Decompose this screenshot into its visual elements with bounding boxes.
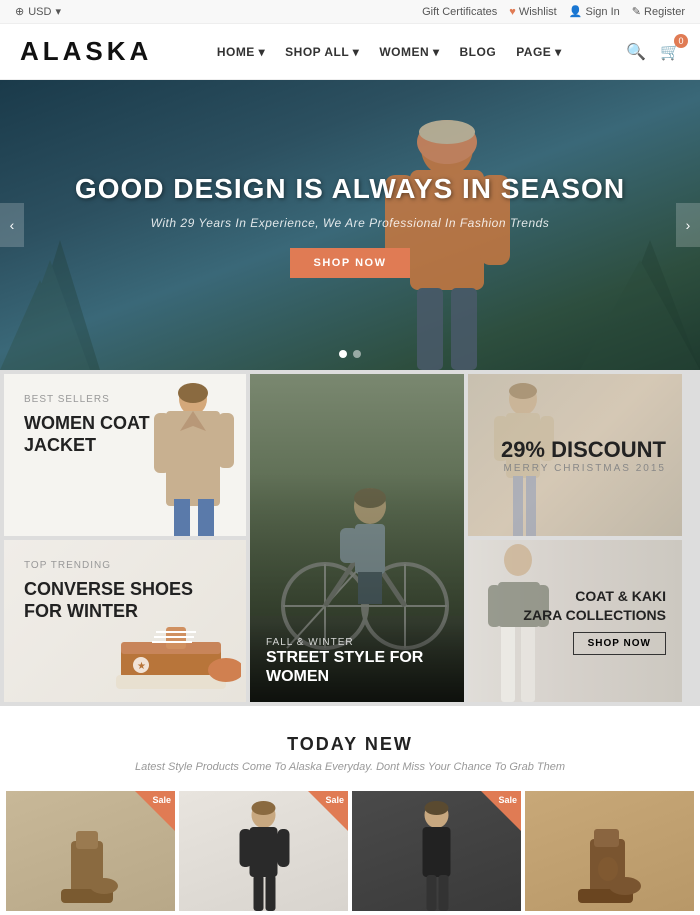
hero-next-button[interactable]: ›: [676, 203, 700, 247]
header-icons: 🔍 🛒 0: [626, 42, 680, 62]
grid-cell-coat[interactable]: BEST SELLERS WOMEN COAT & JACKET: [4, 374, 246, 536]
products-row: Sale Sale Sale: [0, 791, 700, 915]
hero-cta-button[interactable]: SHOP NOW: [290, 248, 411, 278]
today-new-title: TODAY NEW: [20, 734, 680, 755]
search-icon[interactable]: 🔍: [626, 42, 646, 62]
product-4-image: [570, 821, 650, 911]
discount-text: 29% DISCOUNT MERRY CHRISTMAS 2015: [501, 437, 666, 474]
today-new-section: TODAY NEW Latest Style Products Come To …: [0, 706, 700, 791]
product-card-2[interactable]: Sale: [179, 791, 348, 911]
globe-icon: ⊕: [15, 5, 24, 18]
currency-selector[interactable]: ⊕ USD ▾: [15, 5, 61, 18]
shoes-label: TOP TRENDING: [24, 560, 226, 571]
top-bar-links: Gift Certificates ♥ Wishlist 👤 Sign In ✎…: [422, 5, 685, 18]
grid-cell-shoes[interactable]: TOP TRENDING CONVERSE SHOES FOR WINTER ★: [4, 540, 246, 702]
hero-subtitle: With 29 Years In Experience, We Are Prof…: [75, 216, 625, 230]
hero-dot-1[interactable]: [339, 350, 347, 358]
header: ALASKA HOME ▾ SHOP ALL ▾ WOMEN ▾ BLOG PA…: [0, 24, 700, 80]
product-card-4[interactable]: [525, 791, 694, 911]
product-2-image: [231, 801, 296, 911]
sale-badge-1: Sale: [152, 795, 171, 805]
chevron-down-icon: ▾: [55, 5, 61, 18]
pencil-icon: ✎: [632, 6, 641, 18]
hero-content: GOOD DESIGN IS ALWAYS IN SEASON With 29 …: [75, 172, 625, 278]
cart-wrapper[interactable]: 🛒 0: [660, 42, 680, 62]
top-bar: ⊕ USD ▾ Gift Certificates ♥ Wishlist 👤 S…: [0, 0, 700, 24]
coat-person-image: [136, 381, 246, 536]
discount-label: MERRY CHRISTMAS 2015: [501, 463, 666, 474]
currency-label: USD: [28, 6, 51, 18]
center-title: STREET STYLE FOR WOMEN: [266, 648, 448, 686]
shoes-title: CONVERSE SHOES FOR WINTER: [24, 579, 226, 622]
svg-text:★: ★: [137, 661, 146, 672]
hero-banner: GOOD DESIGN IS ALWAYS IN SEASON With 29 …: [0, 80, 700, 370]
site-logo[interactable]: ALASKA: [20, 36, 152, 67]
zara-title: COAT & KAKI ZARA COLLECTIONS: [523, 587, 666, 623]
grid-cell-zara[interactable]: COAT & KAKI ZARA COLLECTIONS SHOP NOW: [468, 540, 682, 702]
center-sub: FALL & WINTER: [266, 637, 448, 648]
gift-link[interactable]: Gift Certificates: [422, 6, 497, 18]
product-card-1[interactable]: Sale: [6, 791, 175, 911]
wishlist-link[interactable]: ♥ Wishlist: [509, 6, 556, 18]
sale-badge-3: Sale: [498, 795, 517, 805]
nav-shop-all[interactable]: SHOP ALL ▾: [285, 45, 359, 59]
zara-text: COAT & KAKI ZARA COLLECTIONS SHOP NOW: [523, 587, 666, 654]
discount-percent: 29% DISCOUNT: [501, 437, 666, 463]
hero-title: GOOD DESIGN IS ALWAYS IN SEASON: [75, 172, 625, 206]
product-grid: BEST SELLERS WOMEN COAT & JACKET: [0, 370, 700, 706]
product-1-image: [56, 821, 126, 911]
cart-badge: 0: [674, 34, 688, 48]
signin-link[interactable]: 👤 Sign In: [569, 5, 620, 18]
product-3-image: [404, 801, 469, 911]
main-nav: HOME ▾ SHOP ALL ▾ WOMEN ▾ BLOG PAGE ▾: [217, 45, 562, 59]
zara-shop-button[interactable]: SHOP NOW: [573, 632, 666, 655]
register-link[interactable]: ✎ Register: [632, 5, 685, 18]
grid-cell-discount[interactable]: 29% DISCOUNT MERRY CHRISTMAS 2015: [468, 374, 682, 536]
nav-blog[interactable]: BLOG: [460, 45, 497, 59]
heart-icon: ♥: [509, 6, 516, 18]
hero-dots: [339, 350, 361, 358]
hero-prev-button[interactable]: ‹: [0, 203, 24, 247]
sale-badge-2: Sale: [325, 795, 344, 805]
center-overlay: FALL & WINTER STREET STYLE FOR WOMEN: [250, 621, 464, 702]
user-icon: 👤: [569, 6, 583, 18]
nav-page[interactable]: PAGE ▾: [516, 45, 561, 59]
grid-cell-center[interactable]: FALL & WINTER STREET STYLE FOR WOMEN: [250, 374, 464, 702]
hero-dot-2[interactable]: [353, 350, 361, 358]
nav-home[interactable]: HOME ▾: [217, 45, 265, 59]
nav-women[interactable]: WOMEN ▾: [379, 45, 439, 59]
today-new-subtitle: Latest Style Products Come To Alaska Eve…: [20, 761, 680, 773]
product-card-3[interactable]: Sale: [352, 791, 521, 911]
